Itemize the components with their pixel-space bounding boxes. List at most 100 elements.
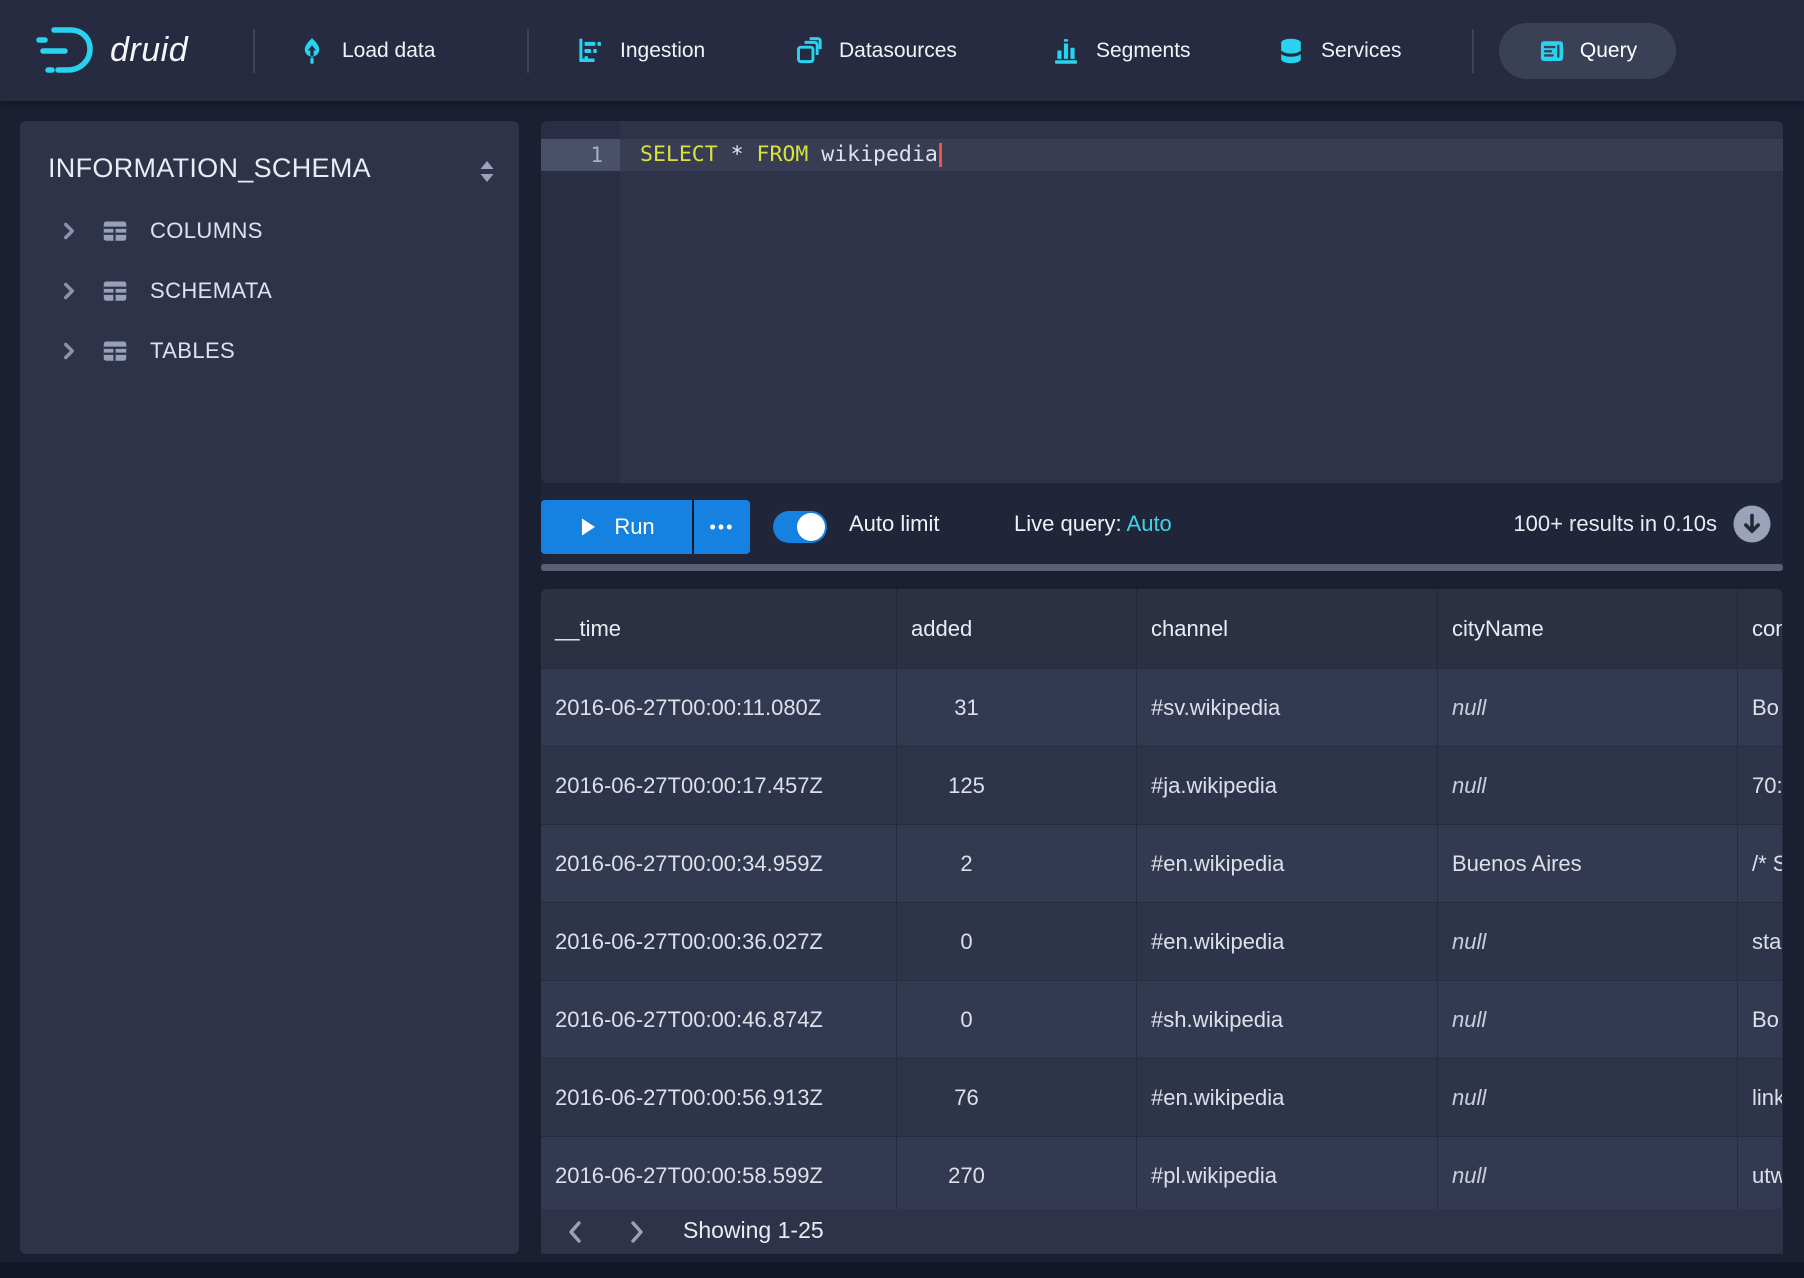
nav-item-label: Datasources bbox=[839, 39, 957, 63]
table-cell[interactable]: 2016-06-27T00:00:56.913Z bbox=[541, 1059, 897, 1136]
run-button-label: Run bbox=[614, 514, 654, 540]
table-cell[interactable]: Bo bbox=[1738, 669, 1783, 746]
nav-item-query[interactable]: Query bbox=[1499, 23, 1676, 79]
table-cell[interactable]: 0 bbox=[897, 981, 1137, 1058]
table-cell[interactable]: #ja.wikipedia bbox=[1137, 747, 1438, 824]
table-cell[interactable]: null bbox=[1438, 747, 1738, 824]
table-cell[interactable]: #sh.wikipedia bbox=[1137, 981, 1438, 1058]
run-button[interactable]: Run bbox=[541, 500, 692, 554]
sidebar-item-label: SCHEMATA bbox=[150, 278, 272, 304]
table-cell[interactable]: sta bbox=[1738, 903, 1783, 980]
table-cell[interactable]: Bo bbox=[1738, 981, 1783, 1058]
table-cell[interactable]: 0 bbox=[897, 903, 1137, 980]
table-cell[interactable]: null bbox=[1438, 981, 1738, 1058]
pagination-status: Showing 1-25 bbox=[683, 1217, 824, 1244]
live-query-control: Live query: Auto bbox=[1014, 511, 1172, 537]
column-header-channel[interactable]: channel bbox=[1137, 589, 1438, 668]
sidebar-item-columns[interactable]: COLUMNS bbox=[20, 202, 519, 260]
nav-item-ingestion[interactable]: Ingestion bbox=[576, 0, 705, 101]
sidebar-item-schemata[interactable]: SCHEMATA bbox=[20, 262, 519, 320]
druid-logo[interactable]: druid bbox=[34, 0, 188, 101]
auto-limit-toggle[interactable] bbox=[773, 511, 827, 543]
results-body: 2016-06-27T00:00:11.080Z 31 #sv.wikipedi… bbox=[541, 668, 1783, 1214]
run-more-button[interactable]: ••• bbox=[694, 500, 750, 554]
nav-separator bbox=[527, 29, 529, 73]
table-cell[interactable]: 2016-06-27T00:00:11.080Z bbox=[541, 669, 897, 746]
line-number: 1 bbox=[541, 139, 603, 171]
table-cell[interactable]: 2016-06-27T00:00:58.599Z bbox=[541, 1137, 897, 1214]
table-row: 2016-06-27T00:00:17.457Z 125 #ja.wikiped… bbox=[541, 746, 1783, 824]
table-cell[interactable]: #en.wikipedia bbox=[1137, 1059, 1438, 1136]
column-header-added[interactable]: added bbox=[897, 589, 1137, 668]
query-icon bbox=[1538, 37, 1566, 65]
auto-limit-label[interactable]: Auto limit bbox=[849, 511, 939, 537]
table-row: 2016-06-27T00:00:46.874Z 0 #sh.wikipedia… bbox=[541, 980, 1783, 1058]
bottom-edge bbox=[0, 1262, 1804, 1278]
nav-item-load-data[interactable]: Load data bbox=[298, 0, 435, 101]
table-cell[interactable]: #en.wikipedia bbox=[1137, 903, 1438, 980]
table-cell[interactable]: 70: bbox=[1738, 747, 1783, 824]
live-query-value[interactable]: Auto bbox=[1127, 511, 1172, 536]
table-cell[interactable]: 31 bbox=[897, 669, 1137, 746]
nav-item-label: Ingestion bbox=[620, 39, 705, 63]
editor-gutter bbox=[541, 121, 620, 483]
table-cell[interactable]: null bbox=[1438, 903, 1738, 980]
segments-icon bbox=[1052, 37, 1080, 65]
table-row: 2016-06-27T00:00:36.027Z 0 #en.wikipedia… bbox=[541, 902, 1783, 980]
table-cell[interactable]: null bbox=[1438, 1059, 1738, 1136]
table-cell[interactable]: 2016-06-27T00:00:17.457Z bbox=[541, 747, 897, 824]
table-cell[interactable]: #pl.wikipedia bbox=[1137, 1137, 1438, 1214]
table-cell[interactable]: Buenos Aires bbox=[1438, 825, 1738, 902]
table-cell[interactable]: 76 bbox=[897, 1059, 1137, 1136]
nav-item-services[interactable]: Services bbox=[1277, 0, 1402, 101]
table-row: 2016-06-27T00:00:56.913Z 76 #en.wikipedi… bbox=[541, 1058, 1783, 1136]
table-cell[interactable]: link bbox=[1738, 1059, 1783, 1136]
nav-item-label: Services bbox=[1321, 39, 1402, 63]
toggle-knob bbox=[797, 513, 825, 541]
column-header-comment[interactable]: com bbox=[1738, 589, 1783, 668]
table-cell[interactable]: 2016-06-27T00:00:46.874Z bbox=[541, 981, 897, 1058]
table-cell[interactable]: 125 bbox=[897, 747, 1137, 824]
table-icon bbox=[100, 276, 130, 306]
text-cursor bbox=[939, 143, 942, 167]
table-cell[interactable]: 2 bbox=[897, 825, 1137, 902]
results-splitter[interactable] bbox=[541, 564, 1783, 571]
table-cell[interactable]: 270 bbox=[897, 1137, 1137, 1214]
brand-name: druid bbox=[110, 31, 188, 70]
chevron-right-icon[interactable] bbox=[56, 338, 82, 364]
table-row: 2016-06-27T00:00:34.959Z 2 #en.wikipedia… bbox=[541, 824, 1783, 902]
nav-separator bbox=[253, 29, 255, 73]
previous-page-button[interactable] bbox=[559, 1215, 593, 1249]
ingestion-icon bbox=[576, 37, 604, 65]
table-cell[interactable]: 2016-06-27T00:00:34.959Z bbox=[541, 825, 897, 902]
nav-item-segments[interactable]: Segments bbox=[1052, 0, 1191, 101]
nav-item-label: Segments bbox=[1096, 39, 1191, 63]
column-header-cityname[interactable]: cityName bbox=[1438, 589, 1738, 668]
schema-selector[interactable]: INFORMATION_SCHEMA bbox=[20, 145, 519, 197]
nav-item-datasources[interactable]: Datasources bbox=[795, 0, 957, 101]
nav-item-label: Load data bbox=[342, 39, 435, 63]
column-header-time[interactable]: __time bbox=[541, 589, 897, 668]
run-button-group: Run ••• bbox=[541, 500, 750, 554]
sql-query-text[interactable]: SELECT * FROM wikipedia bbox=[640, 139, 942, 171]
table-cell[interactable]: utw bbox=[1738, 1137, 1783, 1214]
chevron-right-icon[interactable] bbox=[56, 278, 82, 304]
next-page-button[interactable] bbox=[619, 1215, 653, 1249]
table-cell[interactable]: 2016-06-27T00:00:36.027Z bbox=[541, 903, 897, 980]
chevron-right-icon[interactable] bbox=[56, 218, 82, 244]
double-caret-icon[interactable] bbox=[472, 155, 502, 189]
table-cell[interactable]: null bbox=[1438, 1137, 1738, 1214]
results-header-row: __time added channel cityName com bbox=[541, 589, 1783, 668]
download-results-icon[interactable] bbox=[1732, 504, 1772, 544]
table-cell[interactable]: null bbox=[1438, 669, 1738, 746]
query-toolbar: Run ••• Auto limit Live query: Auto 100+… bbox=[541, 483, 1783, 566]
table-cell[interactable]: #en.wikipedia bbox=[1137, 825, 1438, 902]
query-editor[interactable]: 1 SELECT * FROM wikipedia bbox=[541, 121, 1783, 483]
nav-item-label: Query bbox=[1580, 39, 1637, 63]
table-cell[interactable]: #sv.wikipedia bbox=[1137, 669, 1438, 746]
chevron-left-icon bbox=[564, 1218, 588, 1246]
sidebar-item-tables[interactable]: TABLES bbox=[20, 322, 519, 380]
sql-keyword: FROM bbox=[757, 142, 809, 167]
table-cell[interactable]: /* S bbox=[1738, 825, 1783, 902]
results-summary: 100+ results in 0.10s bbox=[1513, 511, 1717, 537]
